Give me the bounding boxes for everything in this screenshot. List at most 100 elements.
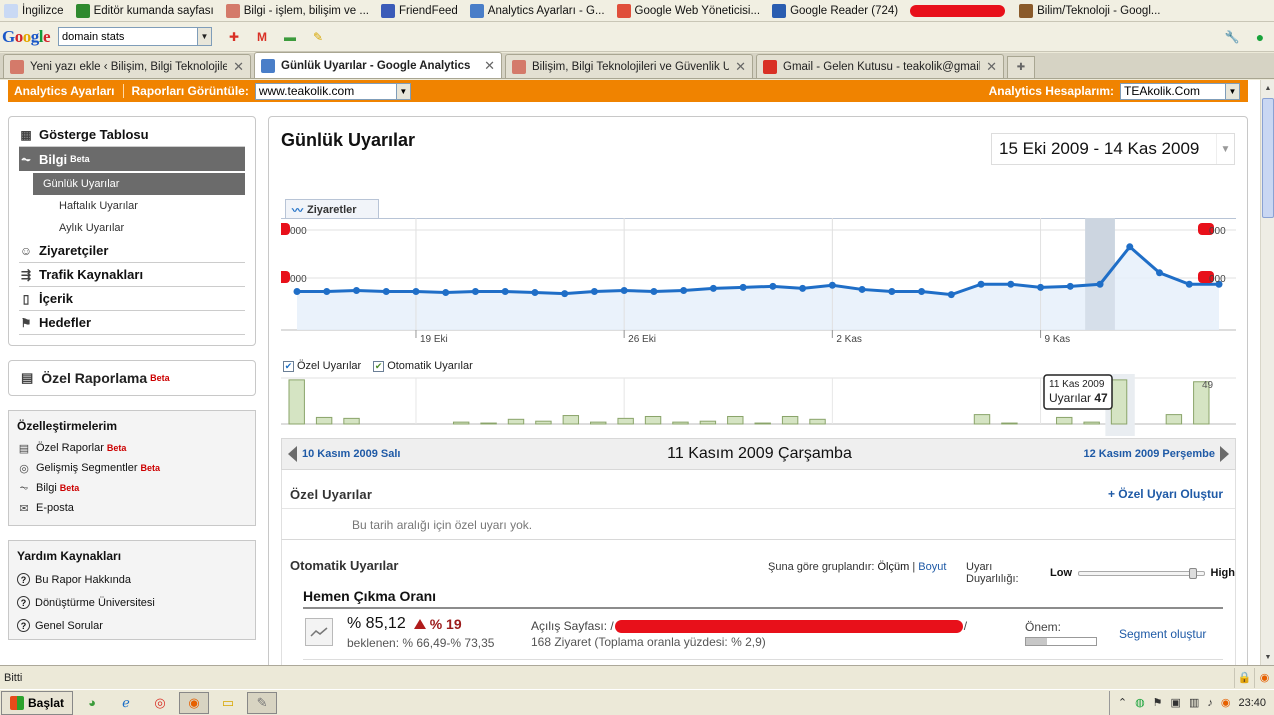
search-dropdown-icon[interactable]: ▼ [198, 27, 213, 46]
alert-bar [754, 422, 771, 425]
nav-dashboard[interactable]: ▦ Gösterge Tablosu [19, 123, 245, 147]
nav-daily-alerts[interactable]: Günlük Uyarılar [33, 173, 245, 195]
firefox-icon[interactable]: ◉ [1221, 696, 1231, 709]
scroll-up-icon[interactable]: ▲ [1262, 81, 1274, 95]
cust-advanced-segments[interactable]: ◎ Gelişmiş Segmentler Beta [17, 458, 247, 478]
browser-tab[interactable]: Gmail - Gelen Kutusu - teakolik@gmail.c.… [756, 54, 1004, 78]
tab-title: Günlük Uyarılar - Google Analytics [281, 59, 471, 72]
bookmark-item[interactable]: Editör kumanda sayfası [75, 3, 214, 18]
nav-goals[interactable]: ⚑ Hedefler [19, 311, 245, 335]
bookmark-item[interactable]: Google Web Yöneticisi... [616, 3, 760, 18]
date-range-picker[interactable]: 15 Eki 2009 - 14 Kas 2009 ▼ [991, 133, 1235, 165]
legend-custom-alerts[interactable]: ✔ Özel Uyarılar [283, 360, 361, 372]
bookmark-item[interactable]: Analytics Ayarları - G... [469, 3, 605, 18]
account-select[interactable]: TEAkolik.Com ▼ [1120, 82, 1240, 100]
checkbox-checked-icon[interactable]: ✔ [373, 360, 385, 372]
page-scrollbar[interactable]: ▲ ▼ [1260, 80, 1274, 665]
arrow-left-icon[interactable] [288, 446, 297, 462]
wrench-icon[interactable]: 🔧 [1224, 29, 1240, 45]
nav-intelligence-label: Bilgi [39, 151, 68, 167]
scroll-down-icon[interactable]: ▼ [1262, 650, 1274, 664]
messenger-icon[interactable]: ◕ [77, 692, 107, 714]
cust-email[interactable]: ✉ E-posta [17, 498, 247, 518]
visits-point [947, 291, 955, 299]
close-icon[interactable]: ✕ [735, 59, 746, 75]
slider-handle[interactable] [1188, 567, 1197, 579]
close-icon[interactable]: ✕ [233, 59, 244, 75]
legend-auto-alerts[interactable]: ✔ Otomatik Uyarılar [373, 360, 473, 372]
nav-intelligence[interactable]: ⏦ Bilgi Beta [19, 147, 245, 171]
chevron-up-icon[interactable]: ⌃ [1118, 696, 1127, 709]
help-conversion-university[interactable]: ? Dönüştürme Üniversitesi [17, 591, 247, 614]
chrome-icon[interactable]: ◎ [145, 692, 175, 714]
highlighter-icon[interactable]: ✎ [310, 29, 326, 45]
nav-traffic-sources[interactable]: ⇶ Trafik Kaynakları [19, 263, 245, 287]
next-day-link[interactable]: 12 Kasım 2009 Perşembe [1084, 446, 1235, 462]
create-segment-link[interactable]: Segment oluştur [1119, 627, 1206, 641]
y-tick-label: 000 [290, 274, 307, 285]
bookmark-item[interactable]: İngilizce [4, 3, 64, 18]
redacted-bookmark [910, 4, 1006, 17]
network-icon[interactable]: ◍ [1135, 696, 1145, 709]
browser-tab[interactable]: Bilişim, Bilgi Teknolojileri ve Güvenlik… [505, 54, 753, 78]
internet-explorer-icon[interactable]: ℯ [111, 692, 141, 714]
close-icon[interactable]: ✕ [986, 59, 997, 75]
chevron-down-icon[interactable]: ▼ [1216, 134, 1234, 164]
visits-point [352, 286, 360, 294]
site-select-arrow-icon[interactable]: ▼ [395, 83, 410, 99]
scrollbar-thumb[interactable] [1262, 98, 1274, 218]
browser-tab-active[interactable]: Günlük Uyarılar - Google Analytics ✕ [254, 52, 502, 78]
google-apps-icon[interactable]: ✚ [226, 29, 242, 45]
nav-custom-reporting[interactable]: ▤ Özel Raporlama Beta [8, 360, 256, 396]
tab-favicon-icon [763, 59, 777, 74]
tool-icon[interactable]: ✎ [247, 691, 278, 714]
nav-weekly-alerts[interactable]: Haftalık Uyarılar [33, 195, 245, 217]
landing-page-tail: / [963, 619, 968, 633]
battery-icon[interactable]: ▥ [1189, 696, 1199, 709]
nav-visitors[interactable]: ☺ Ziyaretçiler [19, 239, 245, 263]
bookmark-bar-icon[interactable]: ▬ [282, 29, 298, 45]
cust-custom-reports[interactable]: ▤ Özel Raporlar Beta [17, 438, 247, 458]
display-icon[interactable]: ▣ [1171, 696, 1181, 709]
bookmark-item[interactable]: FriendFeed [380, 3, 458, 18]
nav-content[interactable]: ▯ İçerik [19, 287, 245, 311]
trend-chart-icon[interactable] [305, 618, 333, 646]
sensitivity-slider[interactable] [1078, 567, 1205, 579]
bookmark-label: Editör kumanda sayfası [93, 4, 214, 17]
new-tab-button[interactable]: ✚ [1007, 56, 1035, 78]
close-icon[interactable]: ✕ [484, 58, 495, 74]
chart-metric-tab[interactable]: 〰 Ziyaretler [285, 199, 379, 219]
visits-point [769, 282, 777, 290]
visits-point [1185, 280, 1193, 288]
bookmark-item[interactable]: Bilim/Teknoloji - Googl... [1019, 3, 1160, 18]
bookmark-item[interactable]: Google Reader (724) [772, 3, 898, 18]
browser-tab[interactable]: Yeni yazı ekle ‹ Bilişim, Bilgi Teknoloj… [3, 54, 251, 78]
nav-monthly-alerts[interactable]: Aylık Uyarılar [33, 217, 245, 239]
arrow-right-icon[interactable] [1220, 446, 1229, 462]
visits-point [412, 288, 420, 296]
start-button[interactable]: Başlat [1, 690, 74, 715]
gmail-icon[interactable]: M [254, 29, 270, 45]
checkbox-checked-icon[interactable]: ✔ [283, 360, 294, 372]
accounts-label: Analytics Hesaplarım: [988, 84, 1114, 98]
previous-day-link[interactable]: 10 Kasım 2009 Salı [282, 446, 400, 462]
volume-icon[interactable]: ♪ [1207, 697, 1213, 709]
account-select-arrow-icon[interactable]: ▼ [1225, 83, 1239, 99]
cust-intelligence[interactable]: ⏦ Bilgi Beta [17, 478, 247, 498]
analytics-settings-link[interactable]: Analytics Ayarları [14, 84, 115, 98]
group-by-metric-option[interactable]: Ölçüm [877, 561, 909, 573]
site-select[interactable]: www.teakolik.com ▼ [254, 82, 411, 100]
group-by-dimension-link[interactable]: Boyut [918, 561, 946, 573]
bookmark-item[interactable]: Bilgi - işlem, bilişim ve ... [225, 3, 369, 18]
google-logo[interactable]: Google [2, 27, 51, 47]
folder-icon[interactable]: ▭ [213, 692, 243, 714]
legend-auto-label: Otomatik Uyarılar [387, 360, 473, 372]
report-icon: ▤ [18, 442, 30, 455]
help-common-questions[interactable]: ? Genel Sorular [17, 614, 247, 637]
google-search-input[interactable] [58, 27, 199, 46]
firefox-icon[interactable]: ◉ [179, 691, 210, 714]
create-custom-alert-link[interactable]: + Özel Uyarı Oluştur [1108, 487, 1223, 501]
y-tick-label: 000 [1209, 226, 1226, 237]
flag-icon[interactable]: ⚑ [1153, 696, 1163, 709]
help-about-report[interactable]: ? Bu Rapor Hakkında [17, 568, 247, 591]
